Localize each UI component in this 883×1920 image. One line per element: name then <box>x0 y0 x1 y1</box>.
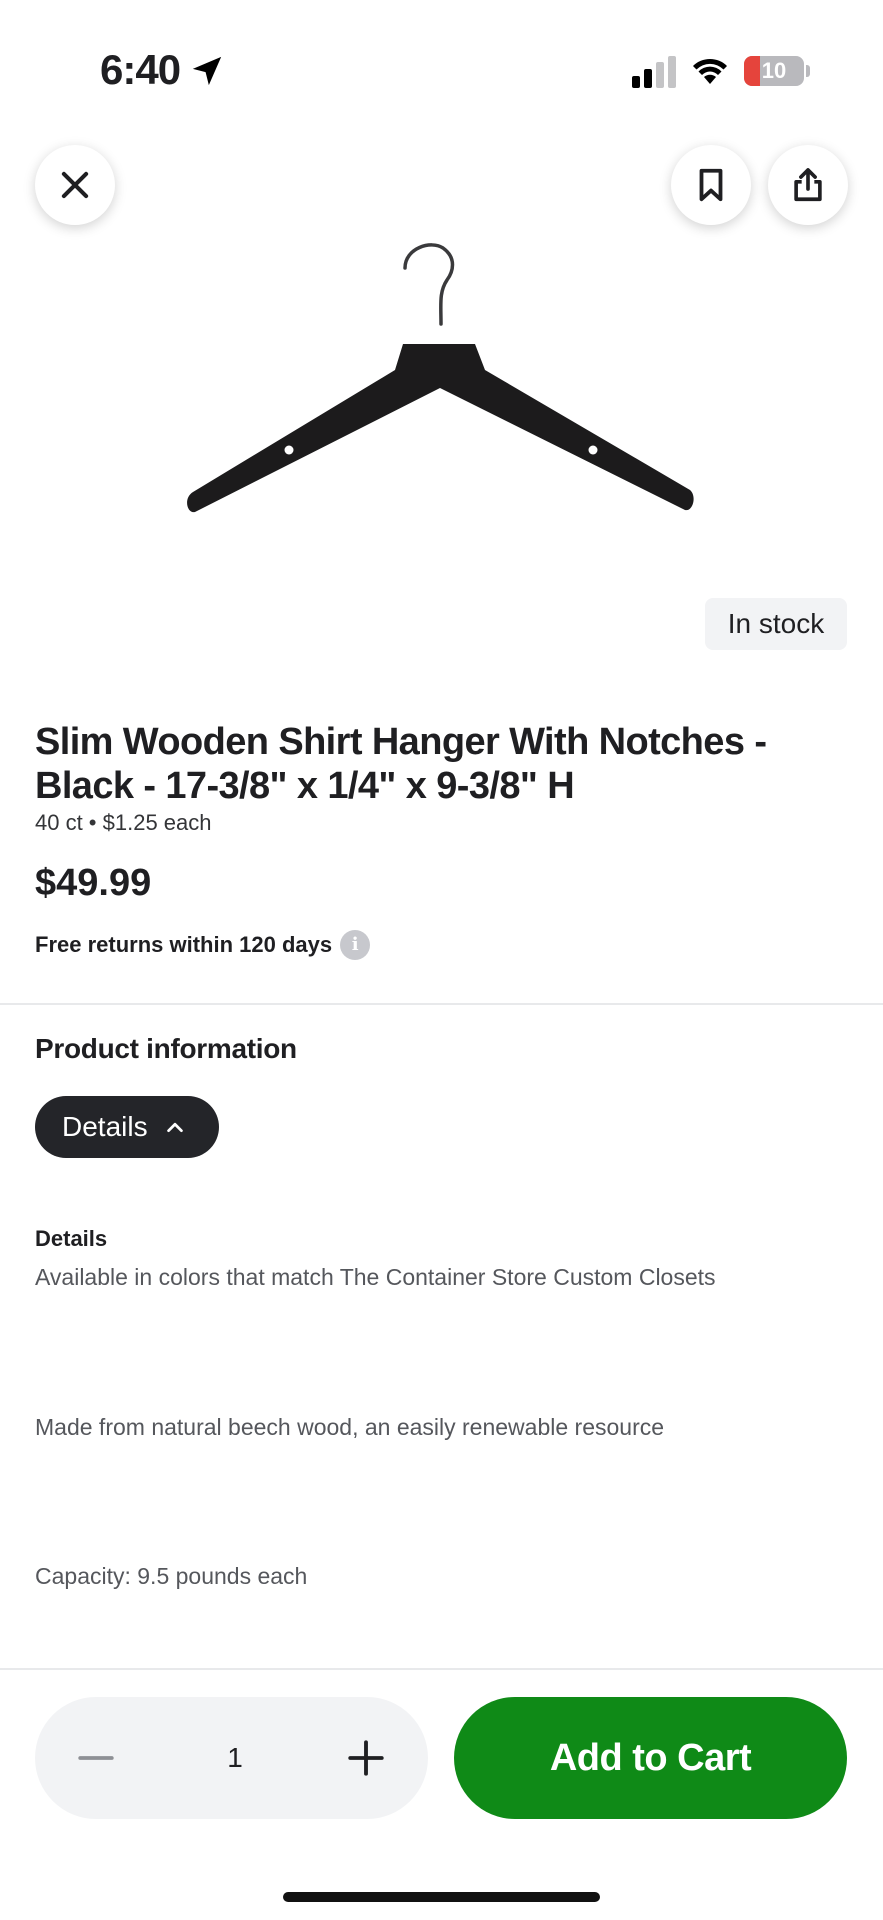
details-tab-label: Details <box>62 1111 148 1142</box>
location-arrow-icon <box>192 56 222 86</box>
detail-item: Available in colors that match The Conta… <box>35 1264 716 1290</box>
quantity-value: 1 <box>227 1742 243 1773</box>
chevron-up-icon <box>166 1122 183 1133</box>
minus-icon[interactable] <box>75 1737 117 1779</box>
share-icon <box>794 168 822 202</box>
section-divider <box>0 1003 883 1005</box>
unit-info: 40 ct • $1.25 each <box>35 810 212 835</box>
share-button[interactable] <box>768 145 848 225</box>
status-bar: 6:40 10 <box>0 0 883 140</box>
detail-item: Capacity: 9.5 pounds each <box>35 1563 308 1589</box>
returns-text: Free returns within 120 days <box>35 932 333 957</box>
close-icon <box>61 171 89 199</box>
add-to-cart-button[interactable]: Add to Cart <box>454 1697 847 1819</box>
battery-cap <box>806 65 810 77</box>
battery-icon: 10 <box>744 56 804 86</box>
cellular-signal-icon <box>632 56 676 88</box>
battery-level: 10 <box>761 58 787 83</box>
plus-icon[interactable] <box>345 1737 387 1779</box>
product-information-heading: Product information <box>35 1033 297 1064</box>
status-time: 6:40 <box>100 46 181 93</box>
quantity-stepper: 1 <box>35 1697 428 1819</box>
product-price: $49.99 <box>35 862 152 904</box>
bookmark-icon <box>699 168 723 202</box>
close-button[interactable] <box>35 145 115 225</box>
info-icon[interactable]: i <box>340 930 371 960</box>
stock-status-badge: In stock <box>705 598 847 650</box>
detail-item: Made from natural beech wood, an easily … <box>35 1414 665 1440</box>
bookmark-button[interactable] <box>671 145 751 225</box>
home-indicator <box>283 1892 600 1902</box>
product-image[interactable] <box>185 240 695 540</box>
wifi-icon <box>693 58 727 84</box>
product-title: Slim Wooden Shirt Hanger With Notches - … <box>35 721 767 807</box>
bottom-bar-divider <box>0 1668 883 1670</box>
returns-info: Free returns within 120 days i <box>35 930 371 960</box>
details-label: Details <box>35 1226 108 1251</box>
details-tab-button[interactable]: Details <box>35 1096 219 1158</box>
